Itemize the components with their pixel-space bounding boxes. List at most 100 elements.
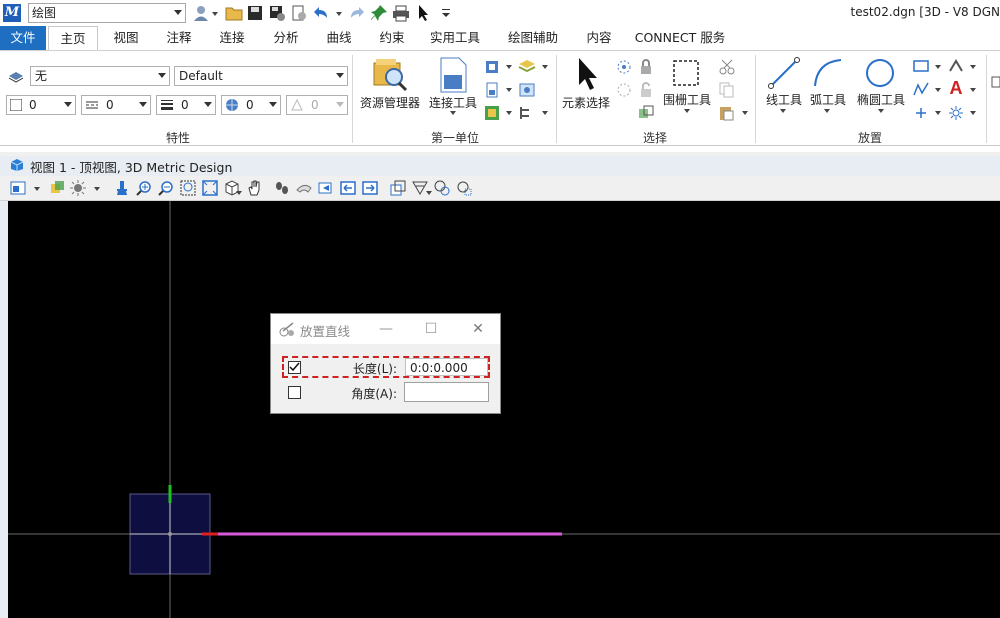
- tab-utilities[interactable]: 实用工具: [420, 26, 490, 50]
- pan-view-icon[interactable]: [246, 180, 262, 196]
- class-combo[interactable]: 0: [221, 95, 281, 115]
- models-icon[interactable]: [484, 59, 500, 75]
- color-combo[interactable]: 0: [6, 95, 76, 115]
- open-folder-icon[interactable]: [225, 4, 243, 22]
- light-icon[interactable]: [948, 105, 964, 121]
- chevron-down-icon[interactable]: [935, 111, 941, 115]
- chevron-down-icon[interactable]: [94, 187, 100, 191]
- rectangle-icon[interactable]: [913, 59, 929, 73]
- clear-clip-icon[interactable]: [456, 180, 472, 196]
- weight-combo[interactable]: 0: [156, 95, 216, 115]
- close-button[interactable]: ✕: [468, 319, 488, 339]
- customize-icon[interactable]: [437, 4, 455, 22]
- update-view-icon[interactable]: [114, 180, 130, 196]
- chevron-down-icon[interactable]: [970, 65, 976, 69]
- chevron-down-icon[interactable]: [236, 191, 242, 195]
- select-all-icon[interactable]: [616, 59, 632, 75]
- cell-icon[interactable]: [948, 59, 964, 73]
- view-cube-icon[interactable]: [10, 158, 24, 172]
- view-attributes-icon[interactable]: [10, 180, 26, 196]
- chevron-down-icon[interactable]: [684, 109, 690, 113]
- line-tool-label[interactable]: 线工具: [762, 91, 806, 108]
- element-selection-icon[interactable]: [574, 57, 602, 93]
- next-view-icon[interactable]: [362, 180, 378, 196]
- chevron-down-icon[interactable]: [34, 187, 40, 191]
- chevron-down-icon[interactable]: [212, 12, 218, 16]
- linestyle-combo[interactable]: 0: [81, 95, 151, 115]
- angle-lock-checkbox[interactable]: [288, 386, 301, 399]
- app-logo[interactable]: M: [3, 4, 21, 22]
- attach-tools-label[interactable]: 连接工具: [426, 94, 480, 111]
- tab-curves[interactable]: 曲线: [314, 26, 364, 50]
- cut-icon[interactable]: [718, 59, 736, 75]
- clip-mask-icon[interactable]: [434, 180, 450, 196]
- ellipse-tool-icon[interactable]: [864, 57, 896, 89]
- chevron-down-icon[interactable]: [450, 111, 456, 115]
- unlock-icon[interactable]: [638, 82, 654, 98]
- save-icon[interactable]: [246, 4, 264, 22]
- line-tool-icon[interactable]: [768, 57, 800, 89]
- zoom-out-icon[interactable]: [158, 180, 174, 196]
- chevron-down-icon[interactable]: [935, 88, 941, 92]
- levels-icon[interactable]: [518, 59, 536, 75]
- ellipse-tool-label[interactable]: 椭圆工具: [854, 91, 908, 108]
- text-style-combo[interactable]: Default: [174, 66, 348, 86]
- point-icon[interactable]: [913, 105, 929, 121]
- tab-content[interactable]: 内容: [574, 26, 624, 50]
- maximize-button[interactable]: ☐: [421, 319, 441, 339]
- level-combo[interactable]: 无: [30, 66, 170, 86]
- length-field[interactable]: 0:0:0.000: [405, 358, 488, 376]
- chevron-down-icon[interactable]: [742, 111, 748, 115]
- tab-file[interactable]: 文件: [0, 26, 46, 50]
- chevron-down-icon[interactable]: [506, 111, 512, 115]
- length-lock-checkbox[interactable]: [288, 361, 301, 374]
- chevron-down-icon[interactable]: [426, 191, 432, 195]
- walk-icon[interactable]: [274, 180, 290, 196]
- chevron-down-icon[interactable]: [506, 88, 512, 92]
- deselect-icon[interactable]: [616, 82, 632, 98]
- view-previous-icon[interactable]: [296, 180, 312, 196]
- smartline-icon[interactable]: [913, 81, 929, 97]
- redo-icon[interactable]: [347, 4, 365, 22]
- angle-field[interactable]: [404, 382, 489, 402]
- print-icon[interactable]: [392, 4, 410, 22]
- fit-view-icon[interactable]: [202, 180, 218, 196]
- chevron-down-icon[interactable]: [506, 65, 512, 69]
- previous-view-icon[interactable]: [340, 180, 356, 196]
- chevron-down-icon[interactable]: [970, 111, 976, 115]
- lighting-icon[interactable]: [70, 180, 86, 196]
- save-settings-icon[interactable]: [268, 4, 286, 22]
- pointer-icon[interactable]: [415, 4, 433, 22]
- lock-icon[interactable]: [638, 59, 654, 75]
- minimize-button[interactable]: —: [376, 319, 396, 339]
- group-icon[interactable]: [638, 105, 654, 121]
- user-icon[interactable]: [192, 4, 210, 22]
- tree-icon[interactable]: [518, 105, 536, 121]
- explorer-button-label[interactable]: 资源管理器: [358, 94, 422, 111]
- chevron-down-icon[interactable]: [970, 88, 976, 92]
- fence-tools-label[interactable]: 围栅工具: [660, 91, 714, 108]
- zoom-in-icon[interactable]: [136, 180, 152, 196]
- tab-annotate[interactable]: 注释: [154, 26, 204, 50]
- undo-icon[interactable]: [313, 4, 331, 22]
- fence-icon[interactable]: [672, 59, 700, 87]
- compress-icon[interactable]: [290, 4, 308, 22]
- attach-tools-icon[interactable]: [438, 57, 468, 93]
- tab-constraints[interactable]: 约束: [366, 26, 418, 50]
- element-selection-label[interactable]: 元素选择: [558, 94, 614, 111]
- tab-home[interactable]: 主页: [48, 26, 98, 50]
- properties-icon[interactable]: [518, 82, 536, 98]
- tab-drawing-aids[interactable]: 绘图辅助: [496, 26, 570, 50]
- workflow-select[interactable]: 绘图: [28, 3, 186, 23]
- arc-tool-label[interactable]: 弧工具: [806, 91, 850, 108]
- chevron-down-icon[interactable]: [878, 109, 884, 113]
- tab-attach[interactable]: 连接: [206, 26, 258, 50]
- chevron-down-icon[interactable]: [935, 65, 941, 69]
- display-style-icon[interactable]: [50, 180, 66, 196]
- tab-view[interactable]: 视图: [100, 26, 152, 50]
- copy-icon[interactable]: [718, 82, 736, 98]
- document-icon[interactable]: [484, 82, 500, 98]
- pin-icon[interactable]: [370, 4, 388, 22]
- window-area-icon[interactable]: [180, 180, 196, 196]
- tab-connect-services[interactable]: CONNECT 服务: [628, 26, 732, 50]
